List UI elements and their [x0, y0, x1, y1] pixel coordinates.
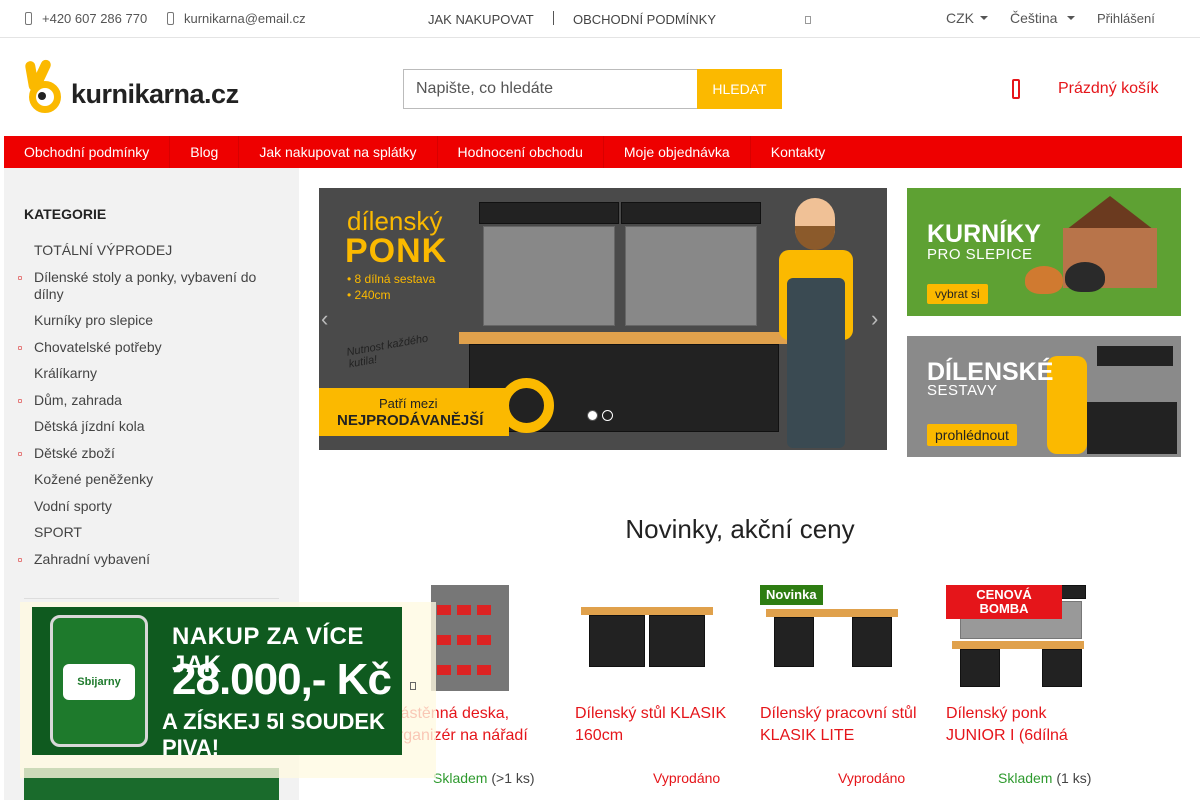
nav-contacts[interactable]: Kontakty: [751, 136, 845, 168]
product-name[interactable]: Dílenský pracovní stůl KLASIK LITE: [760, 703, 920, 747]
category-list: TOTÁLNÍ VÝPRODEJ Dílenské stoly a ponky,…: [18, 242, 278, 577]
product-card[interactable]: Novinka Dílenský pracovní stůl KLASIK LI…: [760, 585, 930, 800]
banner-title: KURNÍKY: [927, 220, 1041, 248]
email-address: kurnikarna@email.cz: [184, 10, 306, 26]
beer-keg-illustration: Sbijarny: [50, 615, 148, 747]
email-contact[interactable]: kurnikarna@email.cz: [167, 0, 306, 36]
bestseller-badge: Patří mezi NEJPRODÁVANĚJŠÍ: [319, 388, 509, 436]
product-name[interactable]: Dílenský ponk JUNIOR I (6dílná: [946, 703, 1106, 747]
phone-icon: [25, 11, 32, 25]
product-card[interactable]: Dílenský stůl KLASIK 160cm Vyprodáno: [575, 585, 745, 800]
category-item[interactable]: TOTÁLNÍ VÝPRODEJ: [18, 242, 278, 259]
cart-label: Prázdný košík: [1058, 80, 1159, 97]
category-item[interactable]: Králíkarny: [18, 365, 278, 382]
site-logo[interactable]: kurnikarna.cz: [24, 58, 265, 116]
search-button[interactable]: HLEDAT: [697, 69, 782, 109]
banner-button[interactable]: vybrat si: [927, 284, 988, 304]
search-input[interactable]: [403, 69, 697, 109]
mail-icon: [167, 11, 174, 25]
phone-number: +420 607 286 770: [42, 10, 148, 26]
currency-value: CZK: [946, 10, 974, 26]
product-name[interactable]: Dílenský stůl KLASIK 160cm: [575, 703, 735, 747]
nav-my-order[interactable]: Moje objednávka: [604, 136, 751, 168]
banner-subtitle: SESTAVY: [927, 382, 998, 399]
category-item[interactable]: Zahradní vybavení: [18, 551, 278, 568]
slider-dot[interactable]: [587, 410, 598, 421]
category-item[interactable]: Dům, zahrada: [18, 392, 278, 409]
worker-illustration: [759, 198, 869, 448]
price-bomb-badge: CENOVÁ BOMBA: [946, 585, 1062, 619]
stock-status: Skladem (>1 ks): [433, 770, 535, 786]
nav-blog[interactable]: Blog: [170, 136, 240, 168]
expand-icon: [18, 557, 22, 562]
category-item[interactable]: SPORT: [18, 524, 278, 541]
language-value: Čeština: [1010, 10, 1058, 26]
category-item[interactable]: Dětské zboží: [18, 445, 278, 462]
chevron-right-icon[interactable]: ›: [871, 308, 885, 330]
expand-icon: [18, 398, 22, 403]
promo-image[interactable]: Sbijarny NAKUP ZA VÍCE JAK 28.000,- Kč A…: [32, 607, 402, 755]
chevron-down-icon: [1067, 16, 1076, 20]
banner-workshop[interactable]: DÍLENSKÉ SESTAVY prohlédnout: [907, 336, 1181, 457]
product-image[interactable]: [575, 585, 725, 691]
banner-coops[interactable]: KURNÍKY PRO SLEPICE vybrat si: [907, 188, 1181, 316]
language-select[interactable]: Čeština: [1010, 0, 1076, 36]
nav-shop-rating[interactable]: Hodnocení obchodu: [438, 136, 604, 168]
phone-contact[interactable]: +420 607 286 770: [25, 0, 147, 36]
cart-icon: [1012, 79, 1020, 99]
categories-title: KATEGORIE: [24, 206, 107, 222]
promo-line3: A ZÍSKEJ 5l SOUDEK PIVA!: [162, 709, 385, 755]
expand-icon: [18, 451, 22, 456]
stock-status: Vyprodáno: [653, 770, 721, 786]
slider-dots: [587, 410, 613, 421]
top-separator: [553, 11, 554, 25]
expand-icon: [18, 345, 22, 350]
link-how-to-buy[interactable]: JAK NAKUPOVAT: [428, 12, 534, 27]
top-bar: +420 607 286 770 kurnikarna@email.cz JAK…: [0, 0, 1200, 38]
slide-handwritten-note: Nutnost každého kutila!: [345, 332, 430, 371]
chicken-coop-illustration: [1025, 196, 1165, 306]
banner-button[interactable]: prohlédnout: [927, 424, 1017, 446]
slide-bullet: • 8 dílná sestava: [347, 272, 436, 286]
sidebar-divider: [24, 598, 279, 599]
chevron-left-icon[interactable]: ‹: [321, 308, 335, 330]
currency-select[interactable]: CZK: [946, 0, 988, 36]
banner-subtitle: PRO SLEPICE: [927, 246, 1033, 263]
stock-status: Skladem (1 ks): [998, 770, 1092, 786]
stock-status: Vyprodáno: [838, 770, 906, 786]
main-nav: Obchodní podmínky Blog Jak nakupovat na …: [4, 136, 1182, 168]
slider-dot[interactable]: [602, 410, 613, 421]
slide-title-line2: PONK: [345, 232, 448, 270]
link-terms[interactable]: OBCHODNÍ PODMÍNKY: [573, 12, 716, 27]
promo-line2: 28.000,- Kč: [172, 655, 392, 704]
category-item[interactable]: Kožené peněženky: [18, 471, 278, 488]
category-item[interactable]: Vodní sporty: [18, 498, 278, 515]
cart[interactable]: Prázdný košík: [1012, 74, 1158, 104]
small-icon[interactable]: [805, 16, 811, 24]
workshop-illustration: [1047, 346, 1177, 454]
slide-bullet: • 240cm: [347, 288, 391, 302]
search-form: HLEDAT: [403, 69, 782, 109]
hero-slider[interactable]: dílenský PONK • 8 dílná sestava • 240cm …: [319, 188, 887, 450]
chevron-down-icon: [980, 16, 988, 20]
expand-icon: [18, 275, 22, 280]
logo-mark-icon: [24, 58, 65, 115]
promo-popup: Sbijarny NAKUP ZA VÍCE JAK 28.000,- Kč A…: [20, 602, 436, 778]
category-item[interactable]: Dílenské stoly a ponky, vybavení do díln…: [18, 269, 278, 303]
category-item[interactable]: Kurníky pro slepice: [18, 312, 278, 329]
product-card[interactable]: CENOVÁ BOMBA Dílenský ponk JUNIOR I (6dí…: [946, 585, 1116, 800]
category-item[interactable]: Dětská jízdní kola: [18, 418, 278, 435]
login-link[interactable]: Přihlášení: [1097, 11, 1155, 26]
close-icon[interactable]: [410, 682, 416, 690]
section-title: Novinky, akční ceny: [625, 514, 855, 544]
logo-mark-icon: [499, 353, 559, 443]
new-badge: Novinka: [760, 585, 823, 605]
nav-installments[interactable]: Jak nakupovat na splátky: [239, 136, 438, 168]
category-item[interactable]: Chovatelské potřeby: [18, 339, 278, 356]
nav-terms[interactable]: Obchodní podmínky: [4, 136, 171, 168]
logo-text: kurnikarna.cz: [71, 78, 239, 109]
